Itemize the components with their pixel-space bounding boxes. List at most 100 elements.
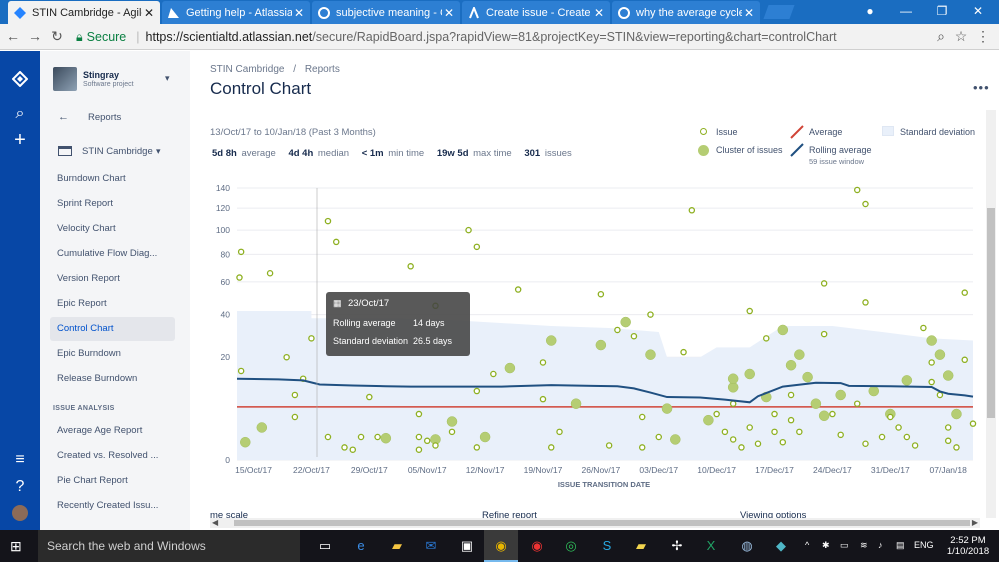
breadcrumb-reports-link[interactable]: Reports — [305, 64, 340, 75]
avatar[interactable] — [12, 505, 28, 521]
cluster-marker — [479, 431, 491, 443]
x-tick-label: 29/Oct/17 — [351, 465, 388, 475]
search-icon[interactable]: ⌕ — [0, 105, 40, 123]
sidebar-item-release-burndown[interactable]: Release Burndown — [50, 367, 175, 391]
sidebar-item-sprint-report[interactable]: Sprint Report — [50, 192, 175, 216]
scroll-left-icon[interactable]: ◀ — [212, 518, 218, 527]
horizontal-scroll-thumb[interactable] — [234, 520, 970, 526]
notification-icon[interactable]: ▤ — [896, 540, 905, 551]
volume-icon[interactable]: ♪ — [878, 540, 883, 550]
issue-marker — [862, 299, 869, 306]
file-explorer-icon[interactable]: ▰ — [388, 538, 406, 554]
system-clock[interactable]: 2:52 PM 1/10/2018 — [943, 535, 993, 557]
edge-icon[interactable]: e — [352, 538, 370, 554]
sidebar-item-pie-chart[interactable]: Pie Chart Report — [50, 469, 175, 493]
store-icon[interactable]: ▣ — [458, 538, 476, 554]
stat-value: 5d 8h — [212, 148, 237, 159]
minimize-icon[interactable]: — — [888, 0, 924, 22]
issue-marker — [415, 446, 423, 453]
windows-start-icon[interactable]: ⊞ — [10, 538, 22, 555]
issue-marker — [490, 370, 497, 378]
sidebar-item-epic-report[interactable]: Epic Report — [50, 292, 175, 316]
browser-tab-google[interactable]: subjective meaning - Goo ✕ — [312, 1, 460, 24]
reload-icon[interactable]: ↻ — [48, 28, 66, 45]
chevron-down-icon[interactable]: ▾ — [156, 146, 161, 157]
browser-tab-jira[interactable]: STIN Cambridge - Agile B ✕ — [8, 1, 160, 24]
browser-tab-title: why the average cycle tim — [636, 6, 742, 19]
issue-marker — [473, 444, 481, 451]
issue-marker — [920, 324, 927, 332]
url-field[interactable]: 🔒︎ Secure | https://scientialtd.atlassia… — [76, 27, 972, 47]
wifi-icon[interactable]: ≋ — [860, 540, 868, 551]
user-profile-icon[interactable]: ● — [852, 0, 888, 22]
browser-tab-help[interactable]: Getting help - Atlassian D ✕ — [162, 1, 310, 24]
sidebar-item-recently-created[interactable]: Recently Created Issu... — [50, 494, 175, 518]
record-icon[interactable]: ◉ — [528, 538, 546, 554]
settings-app-icon[interactable]: ✢ — [668, 538, 686, 554]
issue-marker — [655, 433, 663, 441]
skype-icon[interactable]: S — [598, 538, 616, 554]
search-icon[interactable]: ⌕ — [932, 28, 950, 45]
x-axis-title: ISSUE TRANSITION DATE — [558, 480, 650, 489]
forward-icon[interactable]: → — [26, 28, 44, 44]
close-icon[interactable]: ✕ — [742, 6, 756, 20]
horizontal-scrollbar[interactable]: ◀ ▶ — [210, 518, 980, 528]
sidebar-item-version-report[interactable]: Version Report — [50, 267, 175, 291]
sidebar-item-average-age[interactable]: Average Age Report — [50, 419, 175, 443]
bluetooth-icon[interactable]: ✱ — [822, 540, 830, 551]
tray-expand-icon[interactable]: ^ — [805, 540, 809, 550]
sidebar-item-cumulative-flow[interactable]: Cumulative Flow Diag... — [50, 242, 175, 266]
battery-icon[interactable]: ▭ — [840, 540, 849, 551]
project-name[interactable]: Stingray — [83, 70, 119, 80]
folder-icon[interactable]: ▰ — [632, 538, 650, 554]
task-view-icon[interactable]: ▭ — [316, 538, 334, 554]
sidebar-item-control-chart[interactable]: Control Chart — [50, 317, 175, 341]
vertical-scroll-thumb[interactable] — [987, 208, 995, 418]
green-app-icon[interactable]: ◎ — [562, 538, 580, 554]
network-app-icon[interactable]: ◍ — [738, 538, 756, 554]
issue-marker — [605, 442, 613, 449]
app-switcher-icon[interactable]: ≡ — [0, 451, 40, 469]
scroll-right-icon[interactable]: ▶ — [972, 518, 978, 527]
maximize-icon[interactable]: ❐ — [924, 0, 960, 22]
breadcrumb-project-link[interactable]: STIN Cambridge — [210, 64, 284, 75]
control-chart[interactable]: 0 20 40 60 80 100 120 140 15/Oct/17 22/Oct/17 29/… — [200, 180, 990, 495]
back-icon[interactable]: ← — [4, 28, 22, 44]
close-icon[interactable]: ✕ — [142, 6, 156, 20]
jira-logo-icon[interactable] — [12, 71, 28, 87]
menu-icon[interactable]: ⋮ — [974, 28, 992, 45]
sidebar-item-burndown-chart[interactable]: Burndown Chart — [50, 167, 175, 191]
issue-marker — [903, 433, 911, 441]
chrome-icon[interactable]: ◉ — [492, 538, 510, 554]
sidebar-item-created-vs-resolved[interactable]: Created vs. Resolved ... — [50, 444, 175, 468]
help-icon[interactable]: ? — [0, 478, 40, 496]
project-avatar[interactable] — [53, 67, 77, 91]
create-icon[interactable]: + — [0, 129, 40, 152]
new-tab-button[interactable] — [763, 5, 795, 19]
browser-tab-create-issue[interactable]: Create issue - Create and ✕ — [462, 1, 610, 24]
close-icon[interactable]: ✕ — [442, 6, 456, 20]
issue-marker — [237, 248, 245, 256]
issue-marker — [597, 290, 605, 298]
y-tick-label: 80 — [221, 249, 231, 259]
diamond-app-icon[interactable]: ◆ — [772, 538, 790, 554]
board-selector[interactable]: STIN Cambridge — [82, 146, 153, 157]
back-to-reports-link[interactable]: Reports — [88, 112, 121, 123]
vertical-scrollbar[interactable] — [986, 110, 996, 518]
close-icon[interactable]: ✕ — [592, 6, 606, 20]
sidebar-item-epic-burndown[interactable]: Epic Burndown — [50, 342, 175, 366]
outlook-icon[interactable]: ✉ — [422, 538, 440, 554]
browser-tab-google-2[interactable]: why the average cycle tim ✕ — [612, 1, 760, 24]
x-tick-label: 12/Nov/17 — [466, 465, 505, 475]
language-indicator[interactable]: ENG — [914, 540, 934, 550]
close-icon[interactable]: ✕ — [292, 6, 306, 20]
taskbar-search-input[interactable]: Search the web and Windows — [38, 530, 300, 562]
more-options-button[interactable]: ••• — [973, 80, 990, 95]
chevron-down-icon[interactable]: ▾ — [165, 73, 170, 84]
window-close-icon[interactable]: ✕ — [960, 0, 996, 22]
issue-marker — [771, 410, 778, 418]
sidebar-item-velocity-chart[interactable]: Velocity Chart — [50, 217, 175, 241]
back-arrow-icon[interactable]: ← — [58, 111, 69, 123]
excel-icon[interactable]: X — [702, 538, 720, 554]
star-icon[interactable]: ☆ — [952, 28, 970, 45]
